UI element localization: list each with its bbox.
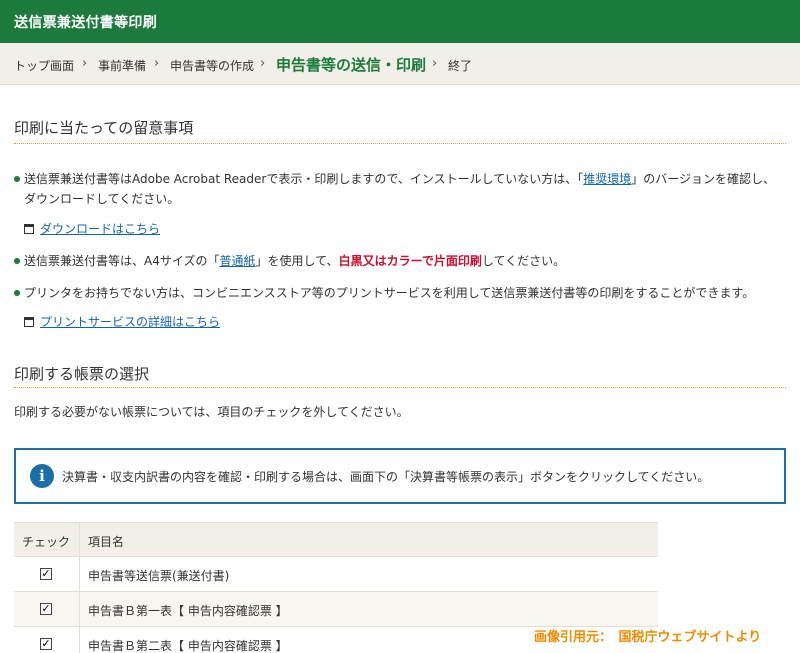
checkbox[interactable]: ✓ [40,603,52,615]
table-row[interactable]: ✓ 申告書Ｂ第一表【 申告内容確認票 】 [14,592,658,627]
print-service-link-row[interactable]: プリントサービスの詳細はこちら [24,313,220,330]
selection-description: 印刷する必要がない帳票については、項目のチェックを外してください。 [14,405,409,419]
table-row[interactable]: ✓ 申告書等送信票(兼送付書) [14,557,658,592]
chevron-right-icon: › [154,56,160,71]
notes-section-title: 印刷に当たっての留意事項 [14,119,194,137]
section-divider [14,143,786,144]
note-text: 送信票兼送付書等はAdobe Acrobat Readerで表示・印刷しますので… [24,172,584,186]
bullet-icon [14,258,20,264]
page-title: 送信票兼送付書等印刷 [14,15,157,31]
breadcrumb-item-current: 申告書等の送信・印刷 [276,56,427,74]
item-name: 申告書等送信票(兼送付書) [88,569,230,583]
chevron-right-icon: › [260,56,266,71]
image-credit: 画像引用元： 国税庁ウェブサイトより [534,630,762,645]
breadcrumb-item-preparation: 事前準備 [98,59,147,73]
info-icon: i [30,464,54,488]
print-service-link[interactable]: プリントサービスの詳細はこちら [40,315,220,329]
checkbox[interactable]: ✓ [40,638,52,650]
note-item-printer: プリンタをお持ちでない方は、コンビニエンスストア等のプリントサービスを利用して送… [24,286,755,300]
table-header-row: チェック 項目名 [14,522,658,557]
app-header: 送信票兼送付書等印刷 [0,0,800,43]
note-item-paper: 送信票兼送付書等は、A4サイズの「普通紙」を使用して、白黒又はカラーで片面印刷し… [24,251,784,271]
breadcrumb-item-create: 申告書等の作成 [170,59,255,73]
download-link[interactable]: ダウンロードはこちら [40,222,160,236]
bullet-icon [14,290,20,296]
item-name: 申告書Ｂ第二表【 申告内容確認票 】 [88,639,288,653]
note-text: 送信票兼送付書等は、A4サイズの「 [24,254,220,268]
info-box: i 決算書・収支内訳書の内容を確認・印刷する場合は、画面下の「決算書等帳票の表示… [14,448,786,504]
recommended-env-link[interactable]: 推奨環境 [583,172,631,186]
info-text: 決算書・収支内訳書の内容を確認・印刷する場合は、画面下の「決算書等帳票の表示」ボ… [62,470,710,484]
breadcrumb-item-top: トップ画面 [14,59,75,73]
selection-section-title: 印刷する帳票の選択 [14,365,150,383]
bullet-icon [14,176,20,182]
print-mode-emphasis: 白黒又はカラーで片面印刷 [338,254,482,268]
breadcrumb-item-end: 終了 [448,59,473,73]
chevron-right-icon: › [82,56,88,71]
checkbox[interactable]: ✓ [40,568,52,580]
window-icon [24,224,34,234]
download-link-row[interactable]: ダウンロードはこちら [24,220,160,237]
column-header-item: 項目名 [88,535,125,549]
note-item-acrobat: 送信票兼送付書等はAdobe Acrobat Readerで表示・印刷しますので… [24,169,784,209]
chevron-right-icon: › [432,56,438,71]
breadcrumb: トップ画面 › 事前準備 › 申告書等の作成 › 申告書等の送信・印刷 › 終了 [0,43,800,85]
note-text: 」を使用して、 [255,254,339,268]
item-name: 申告書Ｂ第一表【 申告内容確認票 】 [88,604,288,618]
note-text: してください。 [481,254,566,268]
window-icon [24,317,34,327]
section-divider [14,387,786,388]
column-header-check: チェック [22,535,71,549]
plain-paper-link[interactable]: 普通紙 [220,254,256,268]
